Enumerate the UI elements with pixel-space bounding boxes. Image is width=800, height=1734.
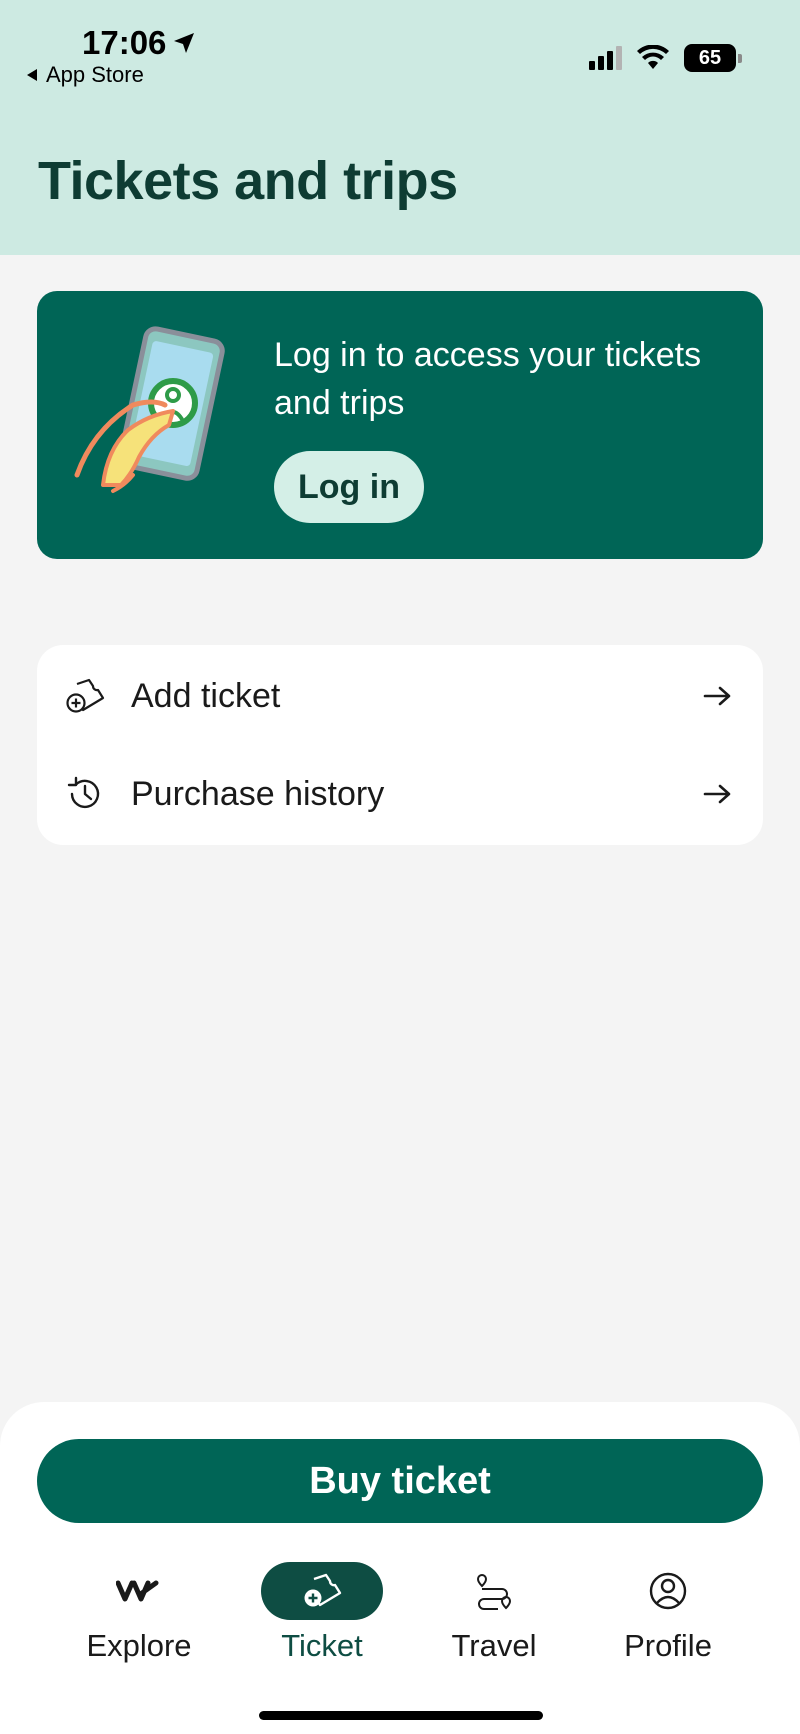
cellular-signal-icon <box>589 46 622 70</box>
ticket-add-icon <box>304 1573 342 1607</box>
buy-ticket-button[interactable]: Buy ticket <box>37 1439 763 1523</box>
tab-icon-wrap <box>433 1562 555 1620</box>
login-button[interactable]: Log in <box>274 451 424 523</box>
status-time: 17:06 <box>82 24 196 62</box>
menu-item-purchase-history[interactable]: Purchase history <box>37 745 763 843</box>
vy-logo-icon <box>116 1580 159 1602</box>
menu-item-add-ticket[interactable]: Add ticket <box>37 647 763 745</box>
tab-travel[interactable]: Travel <box>419 1562 569 1672</box>
menu-card: Add ticket Purchase history <box>37 645 763 845</box>
menu-item-label: Add ticket <box>131 676 281 715</box>
ticket-add-icon <box>66 678 105 713</box>
tab-icon-wrap <box>261 1562 383 1620</box>
wifi-icon <box>637 45 669 69</box>
tab-label: Travel <box>451 1628 537 1663</box>
tab-label: Ticket <box>281 1628 363 1663</box>
tab-icon-wrap <box>607 1562 729 1620</box>
status-time-text: 17:06 <box>82 24 167 61</box>
page-title: Tickets and trips <box>38 151 458 211</box>
tab-ticket[interactable]: Ticket <box>247 1562 397 1672</box>
tab-profile[interactable]: Profile <box>593 1562 743 1672</box>
arrow-right-icon <box>703 784 731 804</box>
home-indicator <box>259 1711 543 1720</box>
battery-icon: 65 <box>684 44 742 72</box>
location-arrow-icon <box>174 33 195 53</box>
menu-item-label: Purchase history <box>131 774 385 813</box>
route-icon <box>476 1573 512 1610</box>
tab-label: Explore <box>86 1628 192 1663</box>
history-icon <box>67 776 100 809</box>
back-to-app-store[interactable]: App Store <box>26 62 144 88</box>
back-triangle-icon <box>27 69 37 81</box>
arrow-right-icon <box>703 686 731 706</box>
tab-explore[interactable]: Explore <box>64 1562 214 1672</box>
battery-level: 65 <box>698 46 722 69</box>
profile-icon <box>649 1572 687 1610</box>
login-message: Log in to access your tickets and trips <box>274 336 702 422</box>
tab-icon-wrap <box>78 1562 200 1620</box>
back-label: App Store <box>46 62 144 87</box>
tab-label: Profile <box>624 1628 712 1663</box>
login-card: Log in to access your tickets and trips … <box>37 291 763 559</box>
header: 17:06 App Store 65 Tickets and trips <box>0 0 800 255</box>
status-indicators: 65 <box>589 44 742 72</box>
bottom-sheet: Buy ticket Explore Ticket Travel Profile <box>0 1402 800 1734</box>
phone-login-illustration <box>74 326 225 493</box>
